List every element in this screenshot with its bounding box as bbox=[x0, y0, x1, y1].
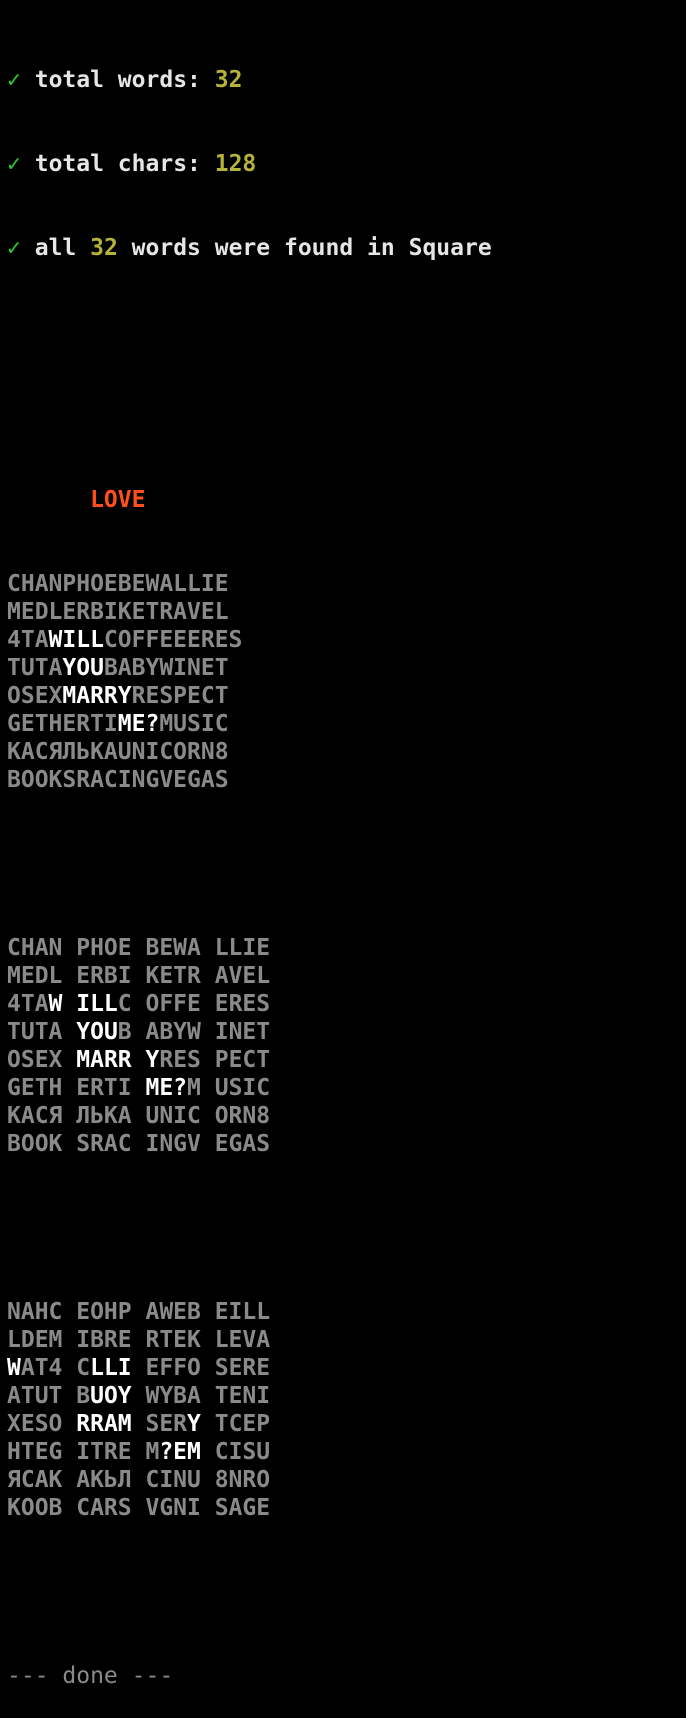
grid-letters: WYBA TENI bbox=[131, 1383, 271, 1409]
reversed-row: HTEG ITRE M?EM CISU bbox=[7, 1438, 686, 1466]
reversed-row: WAT4 CLLI EFFO SERE bbox=[7, 1354, 686, 1382]
highlighted-letters: ME? bbox=[145, 1075, 188, 1101]
highlighted-letters: Y bbox=[187, 1411, 201, 1437]
grid-letters: CISU bbox=[200, 1439, 271, 1465]
grid-row: CHANPHOEBEWALLIE bbox=[7, 570, 686, 598]
grid-letters: КАСЯ ЛЬКА UNIC ORN8 bbox=[7, 1103, 271, 1129]
found-count: 32 bbox=[90, 235, 118, 261]
total-chars-label: total chars: bbox=[34, 151, 215, 177]
highlighted-letters: LLI bbox=[90, 1355, 132, 1381]
grid-row: TUTAYOUBABYWINET bbox=[7, 654, 686, 682]
grid-letters: КАСЯЛЬКАUNICORN8 bbox=[7, 739, 229, 765]
total-chars-value: 128 bbox=[214, 151, 257, 177]
grid-letters: BOOK SRAC INGV EGAS bbox=[7, 1131, 271, 1157]
highlighted-letters: YOU bbox=[62, 655, 104, 681]
terminal-window: ✓ total words: 32 ✓ total chars: 128 ✓ a… bbox=[0, 0, 686, 1689]
highlighted-letters: WILL bbox=[48, 627, 104, 653]
grid-letters: M USIC bbox=[187, 1075, 271, 1101]
grid-letters: OSEX bbox=[7, 683, 63, 709]
square-heading: LOVE bbox=[7, 487, 146, 513]
highlighted-letters: ?EM bbox=[159, 1439, 201, 1465]
check-icon: ✓ bbox=[7, 235, 21, 261]
check-icon: ✓ bbox=[7, 67, 21, 93]
grid-row: OSEXMARRYRESPECT bbox=[7, 682, 686, 710]
grid-letters: TCEP bbox=[200, 1411, 271, 1437]
found-prefix: all bbox=[34, 235, 91, 261]
summary-total-chars: ✓ total chars: 128 bbox=[7, 150, 686, 178]
highlighted-letters: YOU bbox=[76, 1019, 118, 1045]
highlighted-letters: W ILL bbox=[48, 991, 118, 1017]
grid-letters: EFFO SERE bbox=[131, 1355, 271, 1381]
highlighted-letters: UOY bbox=[90, 1383, 132, 1409]
reversed-row: ЯСАК АКЬЛ CINU 8NRO bbox=[7, 1466, 686, 1494]
grid-row: MEDLERBIKETRAVEL bbox=[7, 598, 686, 626]
letter-grid-blocks: CHAN PHOE BEWA LLIE MEDL ERBI KETR AVEL 4T… bbox=[7, 934, 686, 1158]
grid-row: 4TAWILLCOFFEEERES bbox=[7, 626, 686, 654]
grid-letters: GETH ERTI bbox=[7, 1075, 146, 1101]
letter-grid-reversed: NAHC EOHP AWEB EILL LDEM IBRE RTEK LEVA WA… bbox=[7, 1298, 686, 1522]
grid-letters: MUSIC bbox=[159, 711, 229, 737]
reversed-row: XESO RRAM SERY TCEP bbox=[7, 1410, 686, 1438]
block-row: GETH ERTI ME?M USIC bbox=[7, 1074, 686, 1102]
grid-letters: GETHERTI bbox=[7, 711, 118, 737]
highlighted-letters: W bbox=[7, 1355, 21, 1381]
block-row: TUTA YOUB ABYW INET bbox=[7, 1018, 686, 1046]
grid-letters: C OFFE ERES bbox=[117, 991, 271, 1017]
reversed-row: ATUT BUOY WYBA TENI bbox=[7, 1382, 686, 1410]
grid-letters: ЯСАК АКЬЛ CINU 8NRO bbox=[7, 1467, 271, 1493]
grid-letters: RES PECT bbox=[159, 1047, 271, 1073]
check-icon: ✓ bbox=[7, 151, 21, 177]
grid-letters: HTEG ITRE M bbox=[7, 1439, 160, 1465]
grid-letters: NAHC EOHP AWEB EILL bbox=[7, 1299, 271, 1325]
reversed-row: KOOB CARS VGNI SAGE bbox=[7, 1494, 686, 1522]
grid-letters: COFFEEERES bbox=[103, 627, 243, 653]
block-row: BOOK SRAC INGV EGAS bbox=[7, 1130, 686, 1158]
grid-letters: 4TA bbox=[7, 627, 49, 653]
grid-letters: AT4 C bbox=[20, 1355, 91, 1381]
total-words-label: total words: bbox=[34, 67, 215, 93]
grid-letters: CHAN PHOE BEWA LLIE bbox=[7, 935, 271, 961]
grid-letters: CHANPHOEBEWALLIE bbox=[7, 571, 229, 597]
block-row: OSEX MARR YRES PECT bbox=[7, 1046, 686, 1074]
grid-letters: TUTA bbox=[7, 1019, 77, 1045]
summary-found-words: ✓ all 32 words were found in Square bbox=[7, 234, 686, 262]
grid-letters: ATUT B bbox=[7, 1383, 91, 1409]
total-words-value: 32 bbox=[214, 67, 243, 93]
grid-letters: 4TA bbox=[7, 991, 49, 1017]
grid-letters: B ABYW INET bbox=[117, 1019, 271, 1045]
done-footer: --- done --- bbox=[7, 1663, 174, 1689]
block-row: CHAN PHOE BEWA LLIE bbox=[7, 934, 686, 962]
highlighted-letters: RRAM bbox=[76, 1411, 132, 1437]
grid-letters: LDEM IBRE RTEK LEVA bbox=[7, 1327, 271, 1353]
grid-letters: BABYWINET bbox=[103, 655, 229, 681]
grid-row: КАСЯЛЬКАUNICORN8 bbox=[7, 738, 686, 766]
block-row: 4TAW ILLC OFFE ERES bbox=[7, 990, 686, 1018]
grid-letters: KOOB CARS VGNI SAGE bbox=[7, 1495, 271, 1521]
block-row: MEDL ERBI KETR AVEL bbox=[7, 962, 686, 990]
grid-row: BOOKSRACINGVEGAS bbox=[7, 766, 686, 794]
summary-total-words: ✓ total words: 32 bbox=[7, 66, 686, 94]
grid-letters: RESPECT bbox=[131, 683, 229, 709]
grid-letters: TUTA bbox=[7, 655, 63, 681]
grid-letters: MEDL ERBI KETR AVEL bbox=[7, 963, 271, 989]
grid-letters: MEDLERBIKETRAVEL bbox=[7, 599, 229, 625]
grid-letters: XESO bbox=[7, 1411, 77, 1437]
letter-grid: CHANPHOEBEWALLIE MEDLERBIKETRAVEL 4TAWILLC… bbox=[7, 570, 686, 794]
grid-letters: BOOKSRACINGVEGAS bbox=[7, 767, 229, 793]
highlighted-letters: MARRY bbox=[62, 683, 132, 709]
highlighted-letters: ME? bbox=[117, 711, 160, 737]
reversed-row: LDEM IBRE RTEK LEVA bbox=[7, 1326, 686, 1354]
grid-row: GETHERTIME?MUSIC bbox=[7, 710, 686, 738]
grid-letters: SER bbox=[131, 1411, 188, 1437]
reversed-row: NAHC EOHP AWEB EILL bbox=[7, 1298, 686, 1326]
block-row: КАСЯ ЛЬКА UNIC ORN8 bbox=[7, 1102, 686, 1130]
grid-letters: OSEX bbox=[7, 1047, 77, 1073]
found-suffix: words were found in Square bbox=[117, 235, 492, 261]
highlighted-letters: MARR Y bbox=[76, 1047, 160, 1073]
